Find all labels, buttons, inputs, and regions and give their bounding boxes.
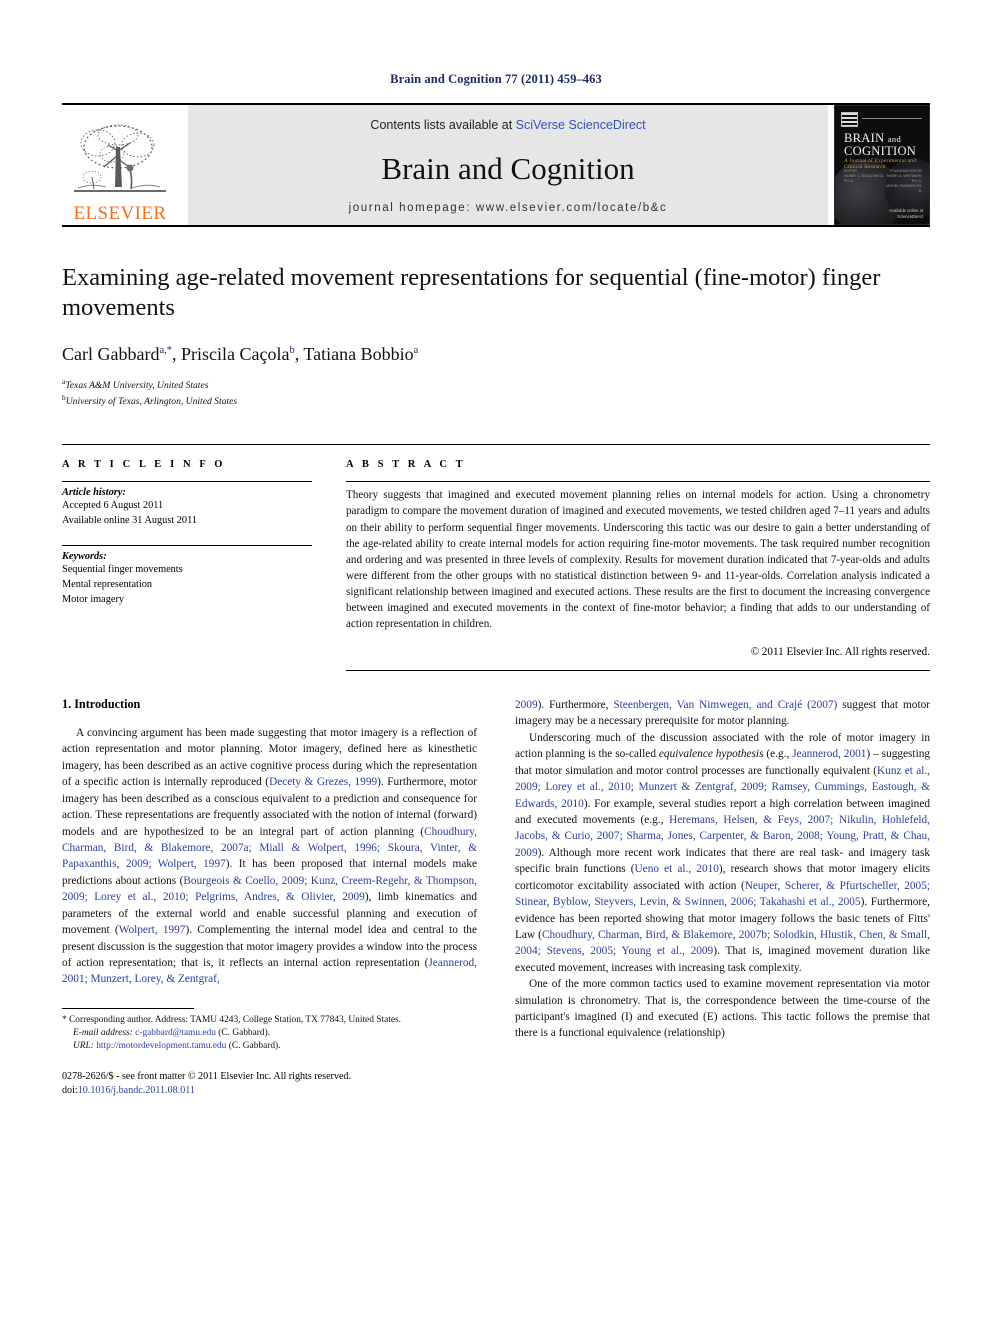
abstract-text: Theory suggests that imagined and execut… xyxy=(346,489,930,630)
author-2: Priscila Caçola xyxy=(181,343,290,364)
author-1: Carl Gabbard xyxy=(62,343,160,364)
author-2-sup: b xyxy=(289,344,295,356)
elsevier-wordmark: ELSEVIER xyxy=(73,203,167,224)
journal-banner: Contents lists available at SciVerse Sci… xyxy=(188,105,828,225)
abstract-heading: A B S T R A C T xyxy=(346,459,466,471)
affiliation-b: bUniversity of Texas, Arlington, United … xyxy=(62,392,238,407)
elsevier-tree-icon xyxy=(74,124,166,192)
cover-editor-right: FOUNDING EDITOR HARRY A. WHITAKER, PH. D… xyxy=(886,169,922,194)
paragraph-intro-3: One of the more common tactics used to e… xyxy=(515,978,930,1040)
article-info-heading: A R T I C L E I N F O xyxy=(62,459,226,471)
citation-link[interactable]: Ueno et al., 2010 xyxy=(635,863,719,875)
citation-link[interactable]: 2009 xyxy=(515,699,538,711)
cover-publisher-logo: Available online at ScienceDirect xyxy=(889,208,923,219)
running-head: Brain and Cognition 77 (2011) 459–463 xyxy=(390,72,602,86)
cover-editor-left: EDITOR SIDNEY J. SEGALOWITZ, PH. D. xyxy=(844,169,885,184)
keyword-1: Sequential finger movements xyxy=(62,563,183,575)
cover-title: BRAIN and COGNITION xyxy=(844,131,917,158)
footnote-email: E-mail address: c-gabbard@tamu.edu (C. G… xyxy=(73,1028,271,1039)
citation-link[interactable]: Decety & Grezes, 1999 xyxy=(269,776,377,788)
article-history-accepted: Accepted 6 August 2011 xyxy=(62,500,164,512)
body-column-left: 1. Introduction A convincing argument ha… xyxy=(62,697,477,1098)
imprint-block: 0278-2626/$ - see front matter © 2011 El… xyxy=(62,1070,477,1098)
abstract-column: A B S T R A C T Theory suggests that ima… xyxy=(346,459,930,672)
citation-link[interactable]: Wolpert, 1997 xyxy=(119,924,186,936)
journal-cover-thumbnail: BRAIN and COGNITION A Journal of Experim… xyxy=(834,105,930,225)
body-columns: 1. Introduction A convincing argument ha… xyxy=(62,697,930,1098)
contents-lists-line: Contents lists available at SciVerse Sci… xyxy=(370,118,645,132)
url-link[interactable]: http://motordevelopment.tamu.edu xyxy=(96,1041,226,1051)
footnote-url: URL: http://motordevelopment.tamu.edu (C… xyxy=(73,1041,281,1052)
keywords-label: Keywords: xyxy=(62,550,107,562)
email-link[interactable]: c-gabbard@tamu.edu xyxy=(135,1028,216,1038)
author-3: Tatiana Bobbio xyxy=(303,343,414,364)
title-block: Examining age-related movement represent… xyxy=(62,227,930,408)
body-column-right: 2009). Furthermore, Steenbergen, Van Nim… xyxy=(515,697,930,1098)
sciencedirect-link[interactable]: SciVerse ScienceDirect xyxy=(516,118,646,132)
citation-link[interactable]: Steenbergen, Van Nimwegen, and Crajé (20… xyxy=(613,699,837,711)
contents-prefix: Contents lists available at xyxy=(370,118,516,132)
paragraph-intro-1: A convincing argument has been made sugg… xyxy=(62,727,478,986)
journal-homepage-line[interactable]: journal homepage: www.elsevier.com/locat… xyxy=(349,202,668,214)
journal-masthead: ELSEVIER Contents lists available at Sci… xyxy=(62,103,930,225)
keyword-2: Mental representation xyxy=(62,578,153,590)
article-history-online: Available online 31 August 2011 xyxy=(62,515,197,527)
cover-barcode-icon xyxy=(841,112,858,127)
page-title: Examining age-related movement represent… xyxy=(62,264,881,322)
article-history-label: Article history: xyxy=(62,487,126,499)
citation-link[interactable]: Jeannerod, 2001 xyxy=(792,748,866,760)
footnote-region: * Corresponding author. Address: TAMU 42… xyxy=(62,1007,477,1098)
paper-page: Brain and Cognition 77 (2011) 459–463 EL… xyxy=(0,0,992,1323)
elsevier-logo: ELSEVIER xyxy=(62,105,182,225)
emphasis-equivalence-hypothesis: equivalence hypothesis xyxy=(658,748,764,761)
paragraph-intro-2: Underscoring much of the discussion asso… xyxy=(515,731,931,974)
author-list: Carl Gabbarda,*, Priscila Caçolab, Tatia… xyxy=(62,343,419,364)
affiliation-list: aTexas A&M University, United States bUn… xyxy=(62,377,930,409)
article-info-column: A R T I C L E I N F O Article history: A… xyxy=(62,459,312,671)
imprint-front-matter: 0278-2626/$ - see front matter © 2011 El… xyxy=(62,1070,352,1082)
footnote-corresponding-author: * Corresponding author. Address: TAMU 42… xyxy=(62,1014,401,1025)
keyword-3: Motor imagery xyxy=(62,593,125,605)
affiliation-a: aTexas A&M University, United States xyxy=(62,376,209,391)
doi-link[interactable]: 10.1016/j.bandc.2011.08.011 xyxy=(78,1085,195,1096)
paragraph-intro-1-continued: 2009). Furthermore, Steenbergen, Van Nim… xyxy=(515,699,930,728)
journal-title: Brain and Cognition xyxy=(381,150,635,186)
author-1-sup: a,* xyxy=(159,344,173,356)
imprint-doi: doi:10.1016/j.bandc.2011.08.011 xyxy=(62,1084,195,1096)
section-heading-introduction: 1. Introduction xyxy=(62,697,141,712)
author-3-sup: a xyxy=(413,344,419,356)
info-abstract-region: A R T I C L E I N F O Article history: A… xyxy=(62,444,930,672)
abstract-copyright: © 2011 Elsevier Inc. All rights reserved… xyxy=(750,646,930,659)
